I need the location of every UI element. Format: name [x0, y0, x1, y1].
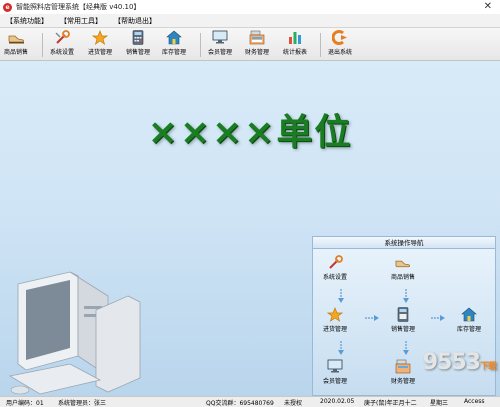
- toolbar-label: 会员管理: [208, 49, 233, 56]
- toolbar-reports-button[interactable]: 统计报表: [283, 30, 307, 59]
- cash-register-icon: [249, 30, 266, 45]
- computer-illustration: [0, 266, 150, 396]
- nav-system-settings[interactable]: 系统设置: [323, 255, 347, 281]
- arrow-right-icon: [365, 315, 379, 321]
- nav-sales-management[interactable]: 销售管理: [391, 307, 415, 333]
- toolbar-purchase-button[interactable]: 进货管理: [88, 30, 112, 59]
- monitor-icon: [327, 359, 343, 374]
- calculator-icon: [130, 30, 147, 45]
- toolbar-product-sales-button[interactable]: 商品销售: [4, 30, 28, 59]
- toolbar-label: 销售管理: [126, 49, 151, 56]
- status-qq-group: QQ交流群：695480769: [206, 400, 274, 407]
- nav-product-sales[interactable]: 商品销售: [391, 255, 415, 281]
- watermark-logo: 9553下载: [422, 350, 497, 375]
- toolbar-exit-button[interactable]: 退出系统: [328, 30, 352, 59]
- arrow-down-icon: [338, 289, 344, 303]
- shoe-icon: [395, 255, 411, 270]
- house-icon: [166, 30, 183, 45]
- settings-icon: [54, 30, 71, 45]
- toolbar-label: 商品销售: [4, 49, 29, 56]
- app-logo-icon: e: [3, 2, 12, 12]
- toolbar-separator: [42, 33, 43, 57]
- toolbar-label: 统计报表: [283, 49, 308, 56]
- nav-inventory-management[interactable]: 库存管理: [457, 307, 481, 333]
- title-bar: e 智能照料店管理系统【经典版 v40.10】 ✕: [0, 0, 500, 14]
- menu-system-functions[interactable]: 【系统功能】: [6, 16, 48, 26]
- shoe-icon: [8, 30, 25, 45]
- nav-label: 会员管理: [323, 378, 348, 385]
- toolbar-inventory-button[interactable]: 库存管理: [162, 30, 186, 59]
- nav-label: 进货管理: [323, 326, 348, 333]
- status-date: 2020.02.05: [320, 398, 355, 405]
- toolbar-separator: [200, 33, 201, 57]
- star-icon: [327, 307, 343, 322]
- status-admin: 系统管理员：张三: [58, 400, 107, 407]
- arrow-right-icon: [431, 315, 445, 321]
- nav-label: 财务管理: [391, 378, 416, 385]
- nav-member-management[interactable]: 会员管理: [323, 359, 347, 385]
- nav-panel-title: 系统操作导航: [313, 237, 495, 249]
- close-button[interactable]: ✕: [484, 1, 492, 12]
- toolbar-member-button[interactable]: 会员管理: [208, 30, 232, 59]
- arrow-down-icon: [403, 341, 409, 355]
- toolbar-sales-management-button[interactable]: 销售管理: [126, 30, 150, 59]
- bar-chart-icon: [287, 30, 304, 45]
- toolbar-label: 库存管理: [162, 49, 187, 56]
- cash-register-icon: [395, 359, 411, 374]
- exit-icon: [332, 30, 349, 45]
- arrow-down-icon: [338, 341, 344, 355]
- nav-label: 商品销售: [391, 274, 416, 281]
- status-lunar-date: 庚子(鼠)年正月十二: [364, 400, 417, 407]
- status-bar: 用户编码：01 系统管理员：张三 QQ交流群：695480769 未授权 202…: [0, 396, 500, 407]
- arrow-down-icon: [403, 289, 409, 303]
- window-title: 智能照料店管理系统【经典版 v40.10】: [16, 3, 141, 11]
- nav-purchase-management[interactable]: 进货管理: [323, 307, 347, 333]
- star-icon: [92, 30, 109, 45]
- status-weekday: 星期三: [430, 400, 449, 407]
- unit-title: ××××单位: [147, 112, 353, 153]
- settings-icon: [327, 255, 343, 270]
- status-license: 未授权: [284, 400, 303, 407]
- toolbar-system-settings-button[interactable]: 系统设置: [50, 30, 74, 59]
- toolbar-label: 退出系统: [328, 49, 353, 56]
- monitor-icon: [212, 30, 229, 45]
- nav-label: 库存管理: [457, 326, 482, 333]
- main-area: ××××单位 系统操作导航 系统设置 商品销售 进货管理 销售管理 库存管理 会…: [0, 61, 500, 396]
- menu-common-tools[interactable]: 【常用工具】: [60, 16, 102, 26]
- toolbar-separator: [320, 33, 321, 57]
- status-user-code: 用户编码：01: [6, 400, 44, 407]
- toolbar-label: 进货管理: [88, 49, 113, 56]
- nav-label: 系统设置: [323, 274, 348, 281]
- calculator-icon: [395, 307, 411, 322]
- nav-finance-management[interactable]: 财务管理: [391, 359, 415, 385]
- toolbar-label: 系统设置: [50, 49, 75, 56]
- house-icon: [461, 307, 477, 322]
- nav-label: 销售管理: [391, 326, 416, 333]
- menu-help-exit[interactable]: 【帮助退出】: [114, 16, 156, 26]
- status-database: Access: [464, 398, 485, 405]
- toolbar-finance-button[interactable]: 财务管理: [245, 30, 269, 59]
- menu-bar: 【系统功能】 【常用工具】 【帮助退出】: [0, 14, 500, 28]
- toolbar: 商品销售 系统设置 进货管理 销售管理 库存管理 会员管理 财务管理 统计报表 …: [0, 28, 500, 61]
- toolbar-label: 财务管理: [245, 49, 270, 56]
